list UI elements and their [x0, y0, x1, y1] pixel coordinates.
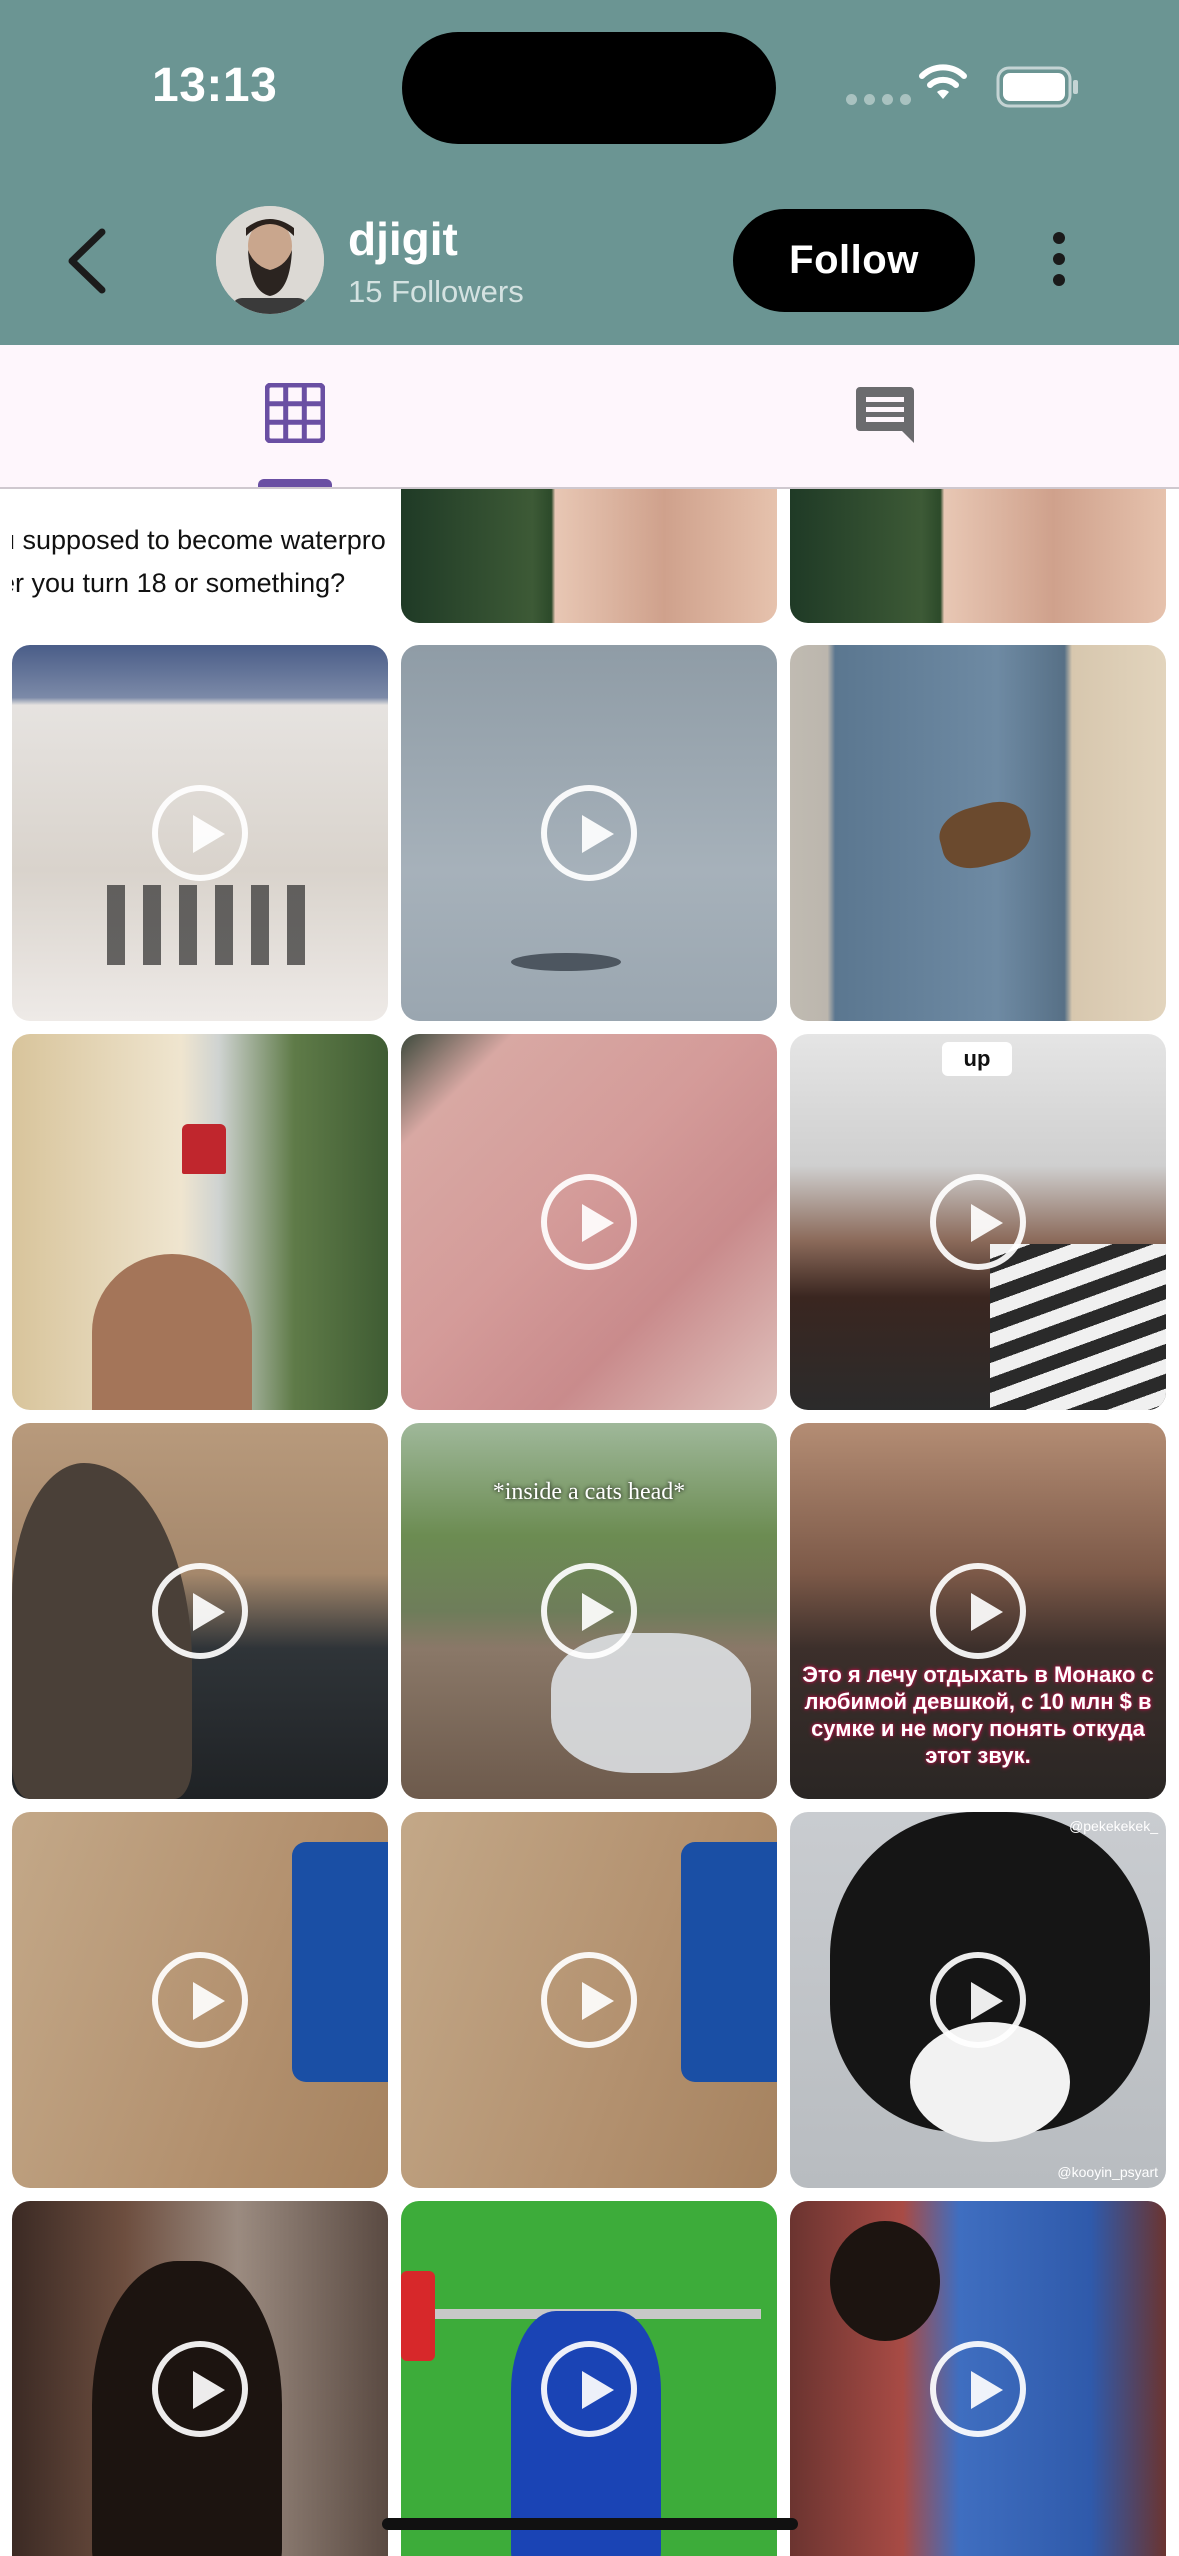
more-vertical-icon [1053, 232, 1065, 244]
grid-item[interactable] [401, 489, 777, 623]
watermark: @pekekekek_ [1069, 1818, 1158, 1834]
grid-item[interactable] [790, 489, 1166, 623]
grid-item[interactable] [12, 2201, 388, 2556]
grid-item[interactable]: 2 u supposed to become waterpro er you t… [12, 489, 388, 623]
back-button[interactable] [58, 222, 118, 300]
comment-icon [856, 387, 914, 443]
video-caption: *inside a cats head* [492, 1479, 686, 1505]
play-icon [152, 2341, 248, 2437]
grid-item[interactable] [401, 1812, 777, 2188]
grid-item[interactable] [401, 1034, 777, 1410]
play-icon [930, 2341, 1026, 2437]
profile-header: 13:13 djigit 15 Followers Follow [0, 0, 1179, 345]
watermark: @kooyin_psyart [1057, 2164, 1158, 2180]
grid-item[interactable] [401, 645, 777, 1021]
avatar-photo [216, 206, 324, 314]
tab-grid[interactable] [0, 345, 589, 487]
grid-item[interactable]: Это я лечу отдыхать в Монако с любимой д… [790, 1423, 1166, 1799]
play-icon [930, 1174, 1026, 1270]
grid-item[interactable]: *inside a cats head* [401, 1423, 777, 1799]
grid-item[interactable] [790, 2201, 1166, 2556]
active-tab-indicator [258, 479, 332, 487]
dynamic-island [402, 32, 776, 144]
grid-item[interactable] [12, 1423, 388, 1799]
play-icon [541, 2341, 637, 2437]
home-indicator [382, 2518, 798, 2530]
chevron-left-icon [68, 228, 106, 294]
tweet-text: u supposed to become waterpro er you tur… [12, 525, 386, 598]
grid-item[interactable] [12, 645, 388, 1021]
tab-comments[interactable] [589, 345, 1178, 487]
more-options-button[interactable] [1040, 232, 1078, 296]
video-caption: up [942, 1042, 1012, 1076]
username: djigit [348, 213, 458, 265]
follow-button[interactable]: Follow [733, 209, 975, 312]
battery-icon [996, 66, 1078, 108]
wifi-icon [919, 64, 967, 99]
grid-item[interactable] [12, 1812, 388, 2188]
profile-tabs [0, 345, 1179, 489]
play-icon [541, 785, 637, 881]
status-time: 13:13 [152, 59, 278, 112]
play-icon [152, 1952, 248, 2048]
video-caption: Это я лечу отдыхать в Монако с любимой д… [802, 1662, 1154, 1768]
cellular-signal-icon [846, 94, 911, 105]
followers-count[interactable]: 15 Followers [348, 274, 524, 310]
grid-item[interactable] [12, 1034, 388, 1410]
avatar[interactable] [216, 206, 324, 314]
play-icon [930, 1952, 1026, 2048]
play-icon [930, 1563, 1026, 1659]
grid-item[interactable] [401, 2201, 777, 2556]
grid-item[interactable] [790, 645, 1166, 1021]
play-icon [541, 1563, 637, 1659]
grid-icon [265, 383, 325, 443]
play-icon [541, 1174, 637, 1270]
media-grid: 2 u supposed to become waterpro er you t… [0, 489, 1179, 2556]
play-icon [541, 1952, 637, 2048]
grid-item[interactable]: @pekekekek_ @kooyin_psyart [790, 1812, 1166, 2188]
play-icon [152, 785, 248, 881]
play-icon [152, 1563, 248, 1659]
grid-item[interactable]: up [790, 1034, 1166, 1410]
